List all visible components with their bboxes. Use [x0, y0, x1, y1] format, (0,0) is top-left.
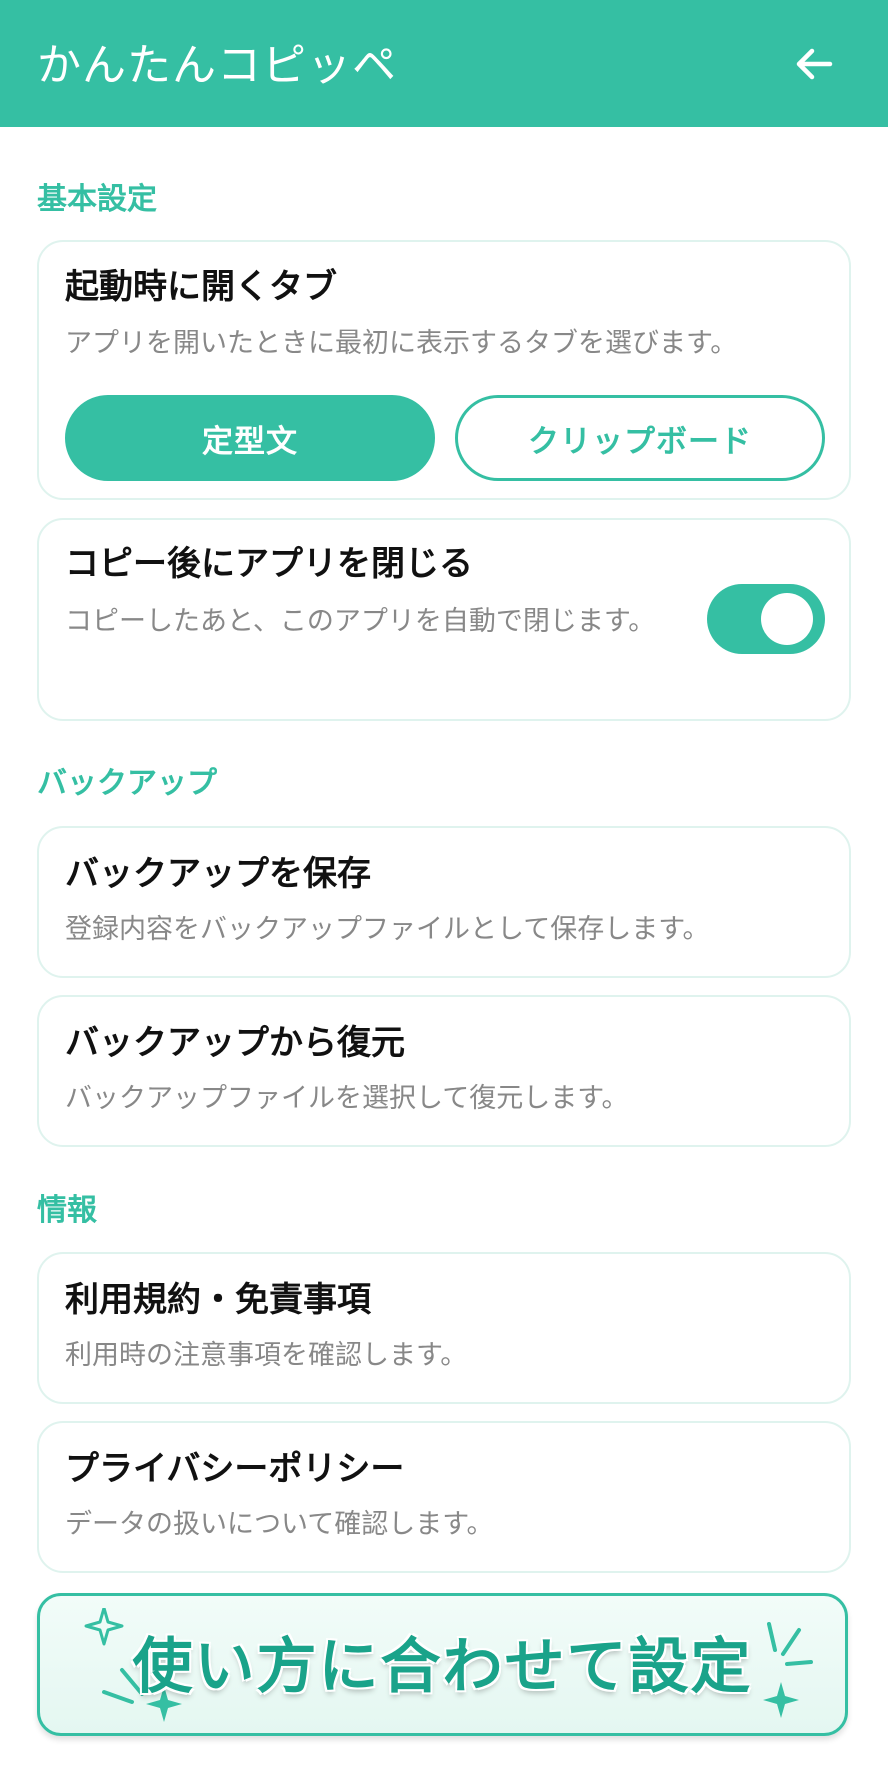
backup-save-title: バックアップを保存 — [65, 854, 371, 894]
section-title-backup: バックアップ — [37, 766, 217, 801]
tab-option-clipboard[interactable]: クリップボード — [455, 395, 825, 481]
close-after-copy-description: コピーしたあと、このアプリを自動で閉じます。 — [65, 606, 656, 637]
card-privacy[interactable]: プライバシーポリシー データの扱いについて確認します。 — [37, 1421, 851, 1573]
privacy-title: プライバシーポリシー — [65, 1449, 405, 1489]
startup-tab-title: 起動時に開くタブ — [65, 267, 337, 307]
card-backup-restore[interactable]: バックアップから復元 バックアップファイルを選択して復元します。 — [37, 995, 851, 1147]
app-title: かんたんコピッペ — [37, 40, 397, 91]
close-after-copy-title: コピー後にアプリを閉じる — [65, 544, 473, 584]
backup-save-description: 登録内容をバックアップファイルとして保存します。 — [65, 914, 710, 945]
arrow-left-icon — [796, 48, 833, 80]
terms-description: 利用時の注意事項を確認します。 — [65, 1340, 468, 1371]
tab-option-teikeibun[interactable]: 定型文 — [65, 395, 435, 481]
settings-banner[interactable]: 使い方に合わせて設定 — [37, 1593, 848, 1736]
startup-tab-description: アプリを開いたときに最初に表示するタブを選びます。 — [65, 328, 738, 359]
banner-text: 使い方に合わせて設定 — [132, 1632, 753, 1702]
card-close-after-copy: コピー後にアプリを閉じる コピーしたあと、このアプリを自動で閉じます。 — [37, 518, 851, 721]
card-startup-tab: 起動時に開くタブ アプリを開いたときに最初に表示するタブを選びます。 定型文 ク… — [37, 240, 851, 500]
backup-restore-description: バックアップファイルを選択して復元します。 — [65, 1083, 629, 1114]
card-terms[interactable]: 利用規約・免責事項 利用時の注意事項を確認します。 — [37, 1252, 851, 1404]
backup-restore-title: バックアップから復元 — [65, 1023, 405, 1063]
toggle-knob — [761, 593, 813, 645]
terms-title: 利用規約・免責事項 — [65, 1280, 371, 1320]
close-after-copy-toggle[interactable] — [707, 584, 825, 654]
section-title-basic: 基本設定 — [37, 182, 157, 217]
privacy-description: データの扱いについて確認します。 — [65, 1509, 494, 1540]
app-bar: かんたんコピッペ — [0, 0, 888, 127]
section-title-info: 情報 — [37, 1193, 97, 1228]
back-button[interactable] — [780, 30, 848, 98]
card-backup-save[interactable]: バックアップを保存 登録内容をバックアップファイルとして保存します。 — [37, 826, 851, 978]
